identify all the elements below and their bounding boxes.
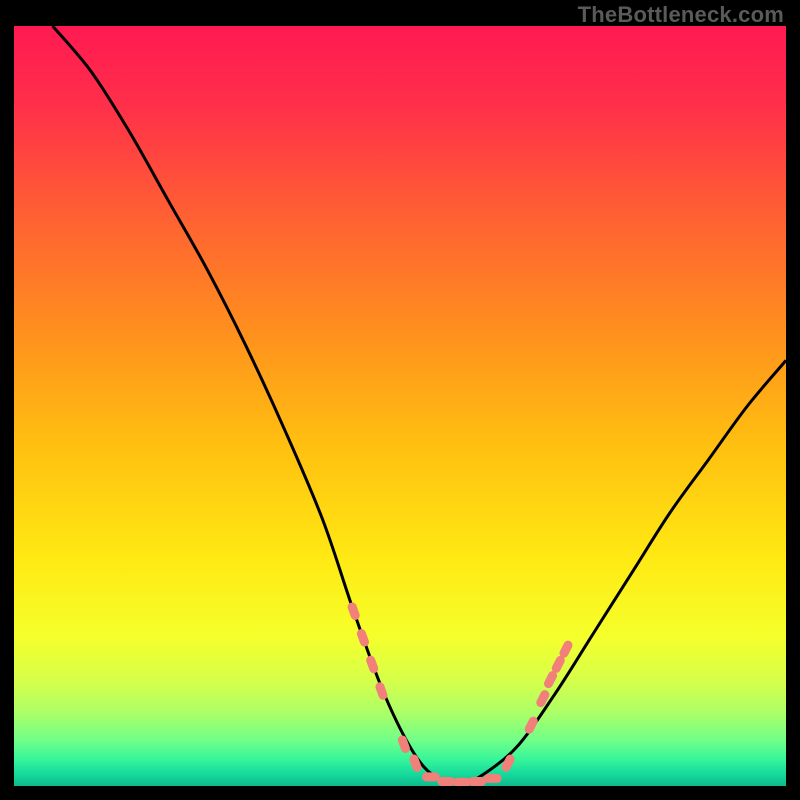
chart-frame — [14, 26, 786, 786]
bottleneck-chart — [14, 26, 786, 786]
attribution-text: TheBottleneck.com — [578, 2, 784, 28]
highlight-dot — [484, 774, 502, 783]
highlight-dot — [422, 772, 440, 781]
highlight-dot — [468, 777, 486, 786]
gradient-background — [14, 26, 786, 786]
highlight-dot — [453, 778, 471, 786]
highlight-dot — [437, 777, 455, 786]
